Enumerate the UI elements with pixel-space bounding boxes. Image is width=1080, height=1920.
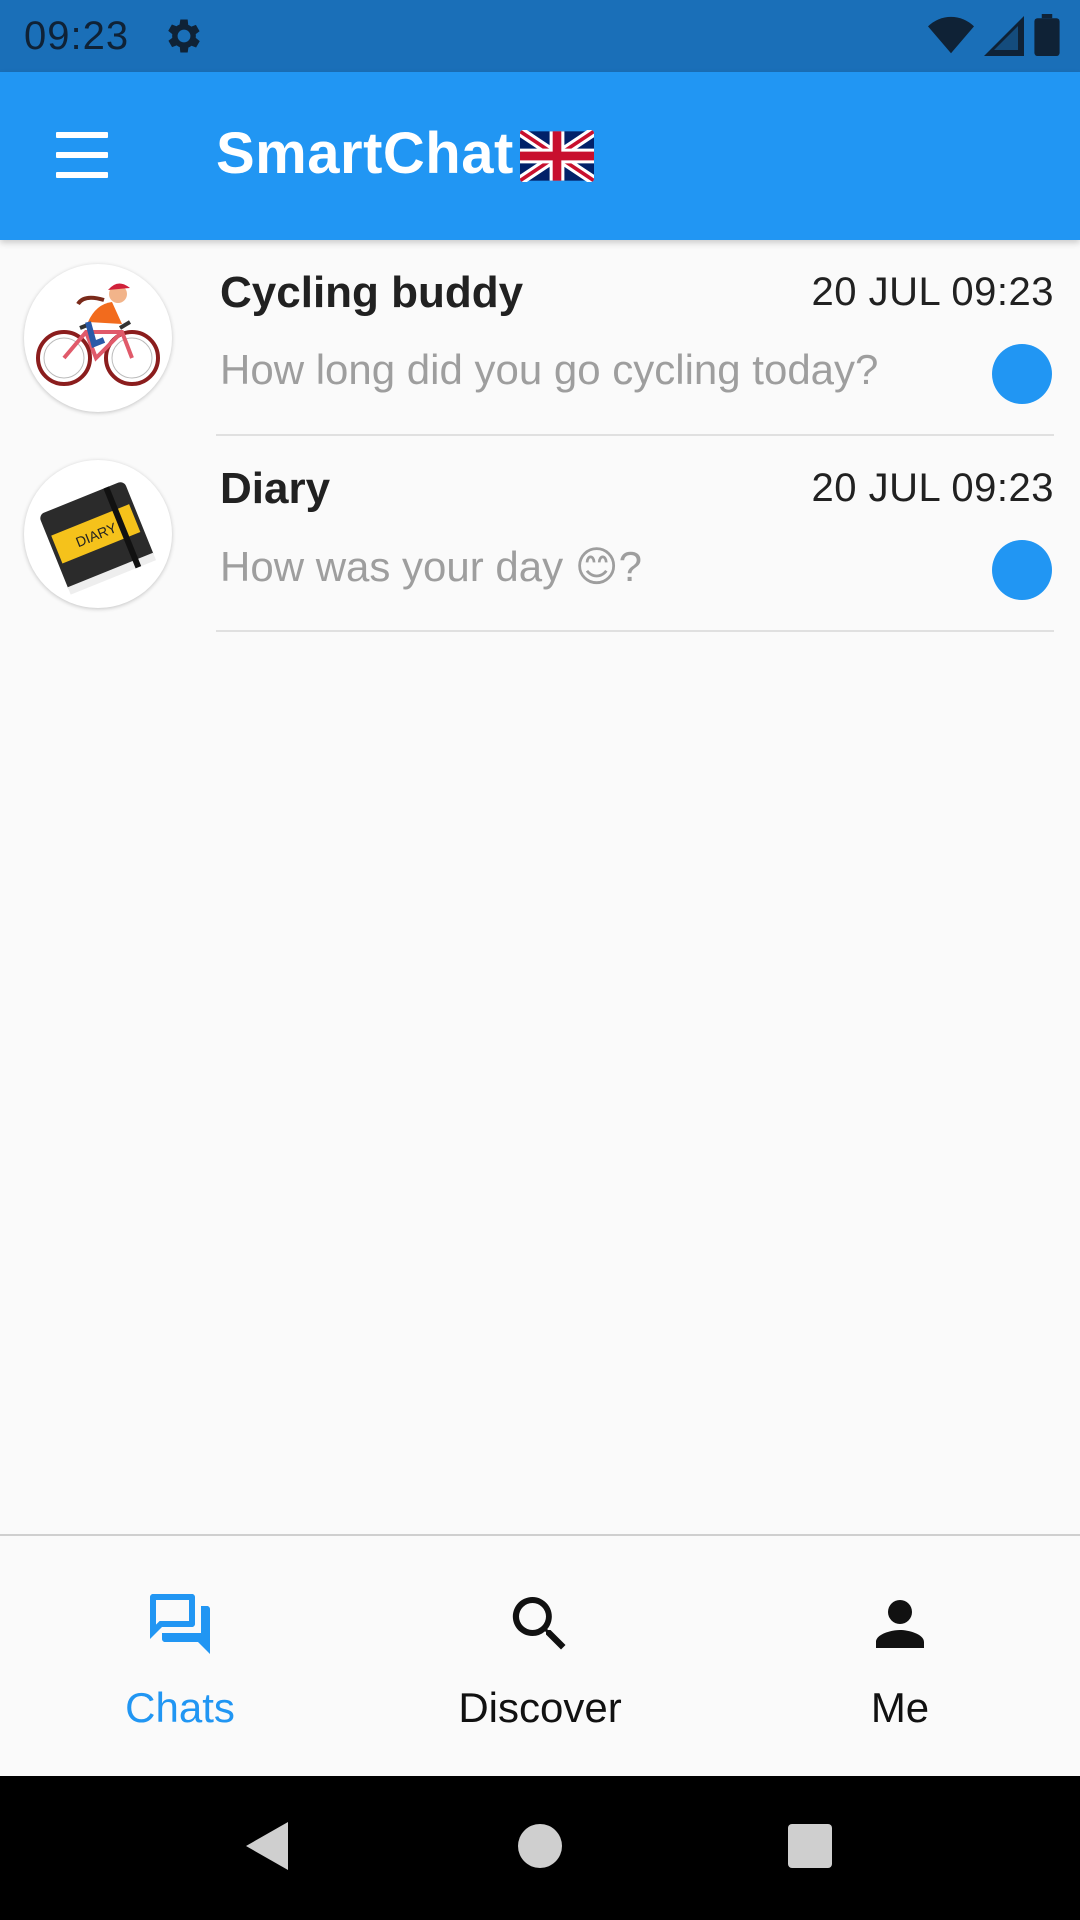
bottom-navigation: Chats Discover Me xyxy=(0,1534,1080,1776)
uk-flag-icon[interactable] xyxy=(520,130,594,182)
nav-item-chats[interactable]: Chats xyxy=(0,1536,360,1776)
chat-name: Cycling buddy xyxy=(220,268,524,317)
cyclist-avatar xyxy=(24,264,172,412)
back-icon[interactable] xyxy=(242,1818,292,1874)
nav-label: Me xyxy=(870,1684,930,1731)
chat-list: Cycling buddy 20 JUL 09:23 How long did … xyxy=(0,240,1080,632)
status-time: 09:23 xyxy=(24,14,130,58)
search-icon xyxy=(512,1597,566,1650)
unread-indicator xyxy=(992,344,1052,404)
unread-indicator xyxy=(992,540,1052,600)
signal-icon xyxy=(984,16,1024,56)
chat-preview: How long did you go cycling today? xyxy=(220,346,879,393)
menu-icon[interactable] xyxy=(52,130,112,180)
nav-label: Discover xyxy=(458,1684,622,1731)
chat-name: Diary xyxy=(220,464,331,513)
status-bar: 09:23 xyxy=(0,0,1080,72)
home-icon[interactable] xyxy=(516,1818,564,1874)
wifi-icon xyxy=(928,16,974,54)
chat-item-cycling-buddy[interactable]: Cycling buddy 20 JUL 09:23 How long did … xyxy=(0,240,1080,436)
recents-icon[interactable] xyxy=(786,1818,834,1874)
nav-item-me[interactable]: Me xyxy=(720,1536,1080,1776)
person-icon xyxy=(876,1600,924,1648)
chat-bubbles-icon xyxy=(150,1594,210,1654)
gear-icon xyxy=(168,19,200,53)
app-title: SmartChat xyxy=(216,121,514,186)
diary-book-avatar: DIARY xyxy=(24,460,172,608)
chat-time: 20 JUL 09:23 xyxy=(811,466,1054,510)
nav-label: Chats xyxy=(125,1684,235,1731)
system-navigation-bar xyxy=(0,1776,1080,1920)
chat-preview: How was your day 😊? xyxy=(220,543,642,590)
chat-item-diary[interactable]: DIARY Diary 20 JUL 09:23 How was your da… xyxy=(0,436,1080,632)
divider xyxy=(216,630,1054,632)
app-bar: SmartChat xyxy=(0,72,1080,240)
nav-item-discover[interactable]: Discover xyxy=(360,1536,720,1776)
battery-icon xyxy=(1034,14,1060,56)
chat-time: 20 JUL 09:23 xyxy=(811,270,1054,314)
